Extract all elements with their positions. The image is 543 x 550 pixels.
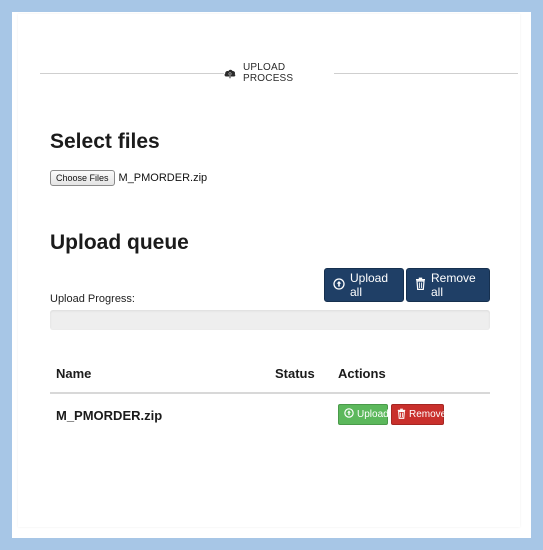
column-header-status: Status	[275, 366, 315, 381]
upload-circle-icon	[344, 408, 354, 421]
trash-icon	[415, 277, 426, 293]
upload-progress-bar	[50, 310, 490, 330]
upload-queue-heading: Upload queue	[50, 231, 189, 254]
remove-all-button[interactable]: Remove all	[406, 268, 490, 302]
file-input-row: Choose Files M_PMORDER.zip	[50, 170, 207, 186]
row-remove-label: Remove	[409, 409, 447, 420]
row-upload-label: Upload	[357, 409, 389, 420]
cloud-upload-icon	[223, 66, 237, 80]
remove-all-label: Remove all	[431, 271, 476, 299]
table-header-rule	[50, 392, 490, 394]
upload-progress-label: Upload Progress:	[50, 293, 135, 305]
header-divider-right	[334, 73, 518, 74]
trash-icon	[397, 408, 406, 422]
row-upload-button[interactable]: Upload	[338, 404, 389, 425]
upload-all-button[interactable]: Upload all	[324, 268, 404, 302]
upload-all-label: Upload all	[350, 271, 389, 299]
upload-circle-icon	[333, 277, 345, 293]
upload-panel: UPLOAD PROCESS Select files Choose Files…	[18, 14, 520, 527]
select-files-heading: Select files	[50, 130, 160, 153]
column-header-actions: Actions	[338, 366, 386, 381]
header-title: UPLOAD PROCESS	[223, 62, 335, 84]
chosen-file-name: M_PMORDER.zip	[118, 172, 208, 184]
row-remove-button[interactable]: Remove	[391, 404, 447, 425]
choose-files-button[interactable]: Choose Files	[50, 170, 115, 186]
column-header-name: Name	[56, 366, 92, 381]
table-row-file-name: M_PMORDER.zip	[56, 408, 163, 423]
header-title-text: UPLOAD PROCESS	[243, 62, 294, 84]
header-divider-left	[40, 73, 224, 74]
